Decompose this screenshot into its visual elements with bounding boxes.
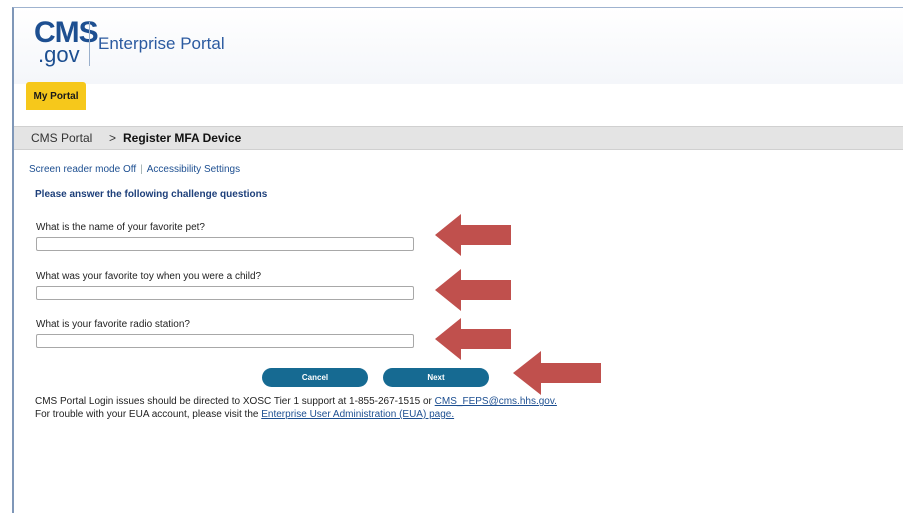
cms-gov-logo[interactable]: CMS .gov (34, 16, 102, 68)
left-arrow-icon (435, 318, 511, 360)
question-2-label: What was your favorite toy when you were… (36, 271, 262, 282)
cancel-button[interactable]: Cancel (262, 368, 368, 387)
logo-gov-text: .gov (38, 42, 80, 67)
eua-line: For trouble with your EUA account, pleas… (35, 409, 454, 420)
screen-reader-toggle[interactable]: Screen reader mode Off (29, 164, 136, 175)
question-3-label: What is your favorite radio station? (36, 319, 190, 330)
accessibility-settings-link[interactable]: Accessibility Settings (147, 164, 240, 175)
question-3-answer[interactable] (36, 334, 414, 348)
eua-page-link[interactable]: Enterprise User Administration (EUA) pag… (261, 409, 454, 420)
portal-window: CMS .gov Enterprise Portal My Portal CMS… (12, 7, 903, 513)
question-1-label: What is the name of your favorite pet? (36, 222, 205, 233)
support-email-link[interactable]: CMS_FEPS@cms.hhs.gov. (435, 396, 557, 407)
logo-divider (89, 22, 90, 66)
breadcrumb: CMS Portal > Register MFA Device (14, 126, 903, 150)
left-arrow-icon (513, 351, 601, 395)
breadcrumb-current: Register MFA Device (123, 131, 242, 145)
left-arrow-icon (435, 269, 511, 311)
portal-name: Enterprise Portal (98, 34, 225, 53)
challenge-title: Please answer the following challenge qu… (35, 189, 268, 200)
question-1-answer[interactable] (36, 237, 414, 251)
question-2-answer[interactable] (36, 286, 414, 300)
left-arrow-icon (435, 214, 511, 256)
support-text: CMS Portal Login issues should be direct… (35, 396, 435, 407)
breadcrumb-separator: > (109, 131, 117, 145)
accessibility-bar: Screen reader mode Off | Accessibility Set… (29, 164, 240, 175)
portal-header: CMS .gov Enterprise Portal (14, 8, 903, 84)
breadcrumb-home[interactable]: CMS Portal (31, 127, 92, 149)
support-line: CMS Portal Login issues should be direct… (35, 396, 557, 407)
eua-text: For trouble with your EUA account, pleas… (35, 409, 262, 420)
next-button[interactable]: Next (383, 368, 489, 387)
my-portal-tab[interactable]: My Portal (26, 82, 86, 110)
accessibility-separator: | (140, 164, 143, 175)
